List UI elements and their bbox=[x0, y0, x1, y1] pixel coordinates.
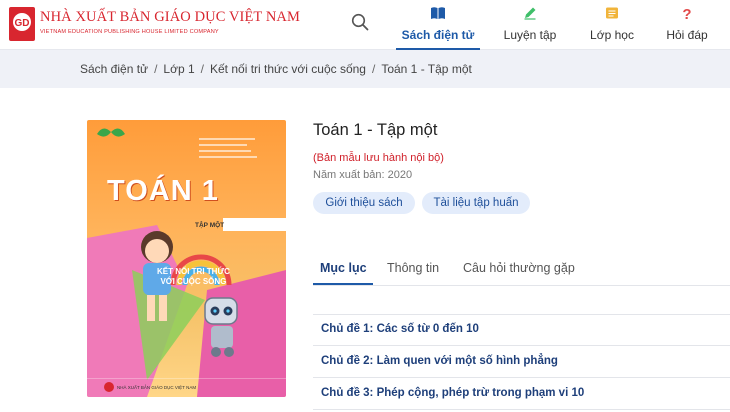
nav-label: Hỏi đáp bbox=[666, 28, 708, 42]
breadcrumb-item[interactable]: Kết nối tri thức với cuộc sống bbox=[210, 62, 366, 76]
breadcrumb-item-current: Toán 1 - Tập một bbox=[381, 62, 472, 76]
chapter-title: Chủ đề 2: Làm quen với một số hình phẳng bbox=[321, 355, 558, 367]
search-icon[interactable] bbox=[351, 13, 369, 31]
nav-ebooks[interactable]: Sách điện tử bbox=[396, 0, 480, 51]
breadcrumb-separator: / bbox=[371, 62, 376, 76]
cover-tagline: KẾT NỐI TRI THỨC VỚI CUỘC SỐNG bbox=[157, 267, 230, 287]
book-cover[interactable]: TOÁN 1 TẬP MỘT KẾT NỐI TRI THỨC VỚI CUỘC… bbox=[87, 120, 286, 397]
question-icon: ? bbox=[682, 6, 691, 22]
notebook-icon bbox=[606, 7, 618, 19]
svg-text:GD: GD bbox=[15, 18, 30, 29]
chapter-item[interactable]: Chủ đề 1: Các số từ 0 đến 10 bbox=[313, 314, 730, 346]
nav-label: Lớp học bbox=[590, 28, 634, 42]
nav-label: Luyện tập bbox=[503, 28, 557, 42]
cover-illustration bbox=[87, 128, 286, 397]
internal-note: (Bản mẫu lưu hành nội bộ) bbox=[313, 152, 444, 164]
publish-year-value: 2020 bbox=[387, 169, 413, 181]
publish-year: Năm xuất bản: 2020 bbox=[313, 169, 412, 181]
publish-year-label: Năm xuất bản: bbox=[313, 169, 385, 181]
breadcrumb-item[interactable]: Lớp 1 bbox=[163, 62, 194, 76]
nav-label: Sách điện tử bbox=[401, 28, 475, 42]
chapter-title: Chủ đề 1: Các số từ 0 đến 10 bbox=[321, 323, 479, 335]
chapter-item[interactable]: Chủ đề 2: Làm quen với một số hình phẳng bbox=[313, 346, 730, 378]
active-tab-indicator bbox=[313, 283, 373, 285]
content-tabs: Mục lục Thông tin Câu hỏi thường gặp bbox=[313, 254, 730, 286]
cover-tagline-line: KẾT NỐI TRI THỨC bbox=[157, 267, 230, 276]
nav-faq[interactable]: ? Hỏi đáp bbox=[662, 0, 712, 50]
svg-text:?: ? bbox=[682, 6, 691, 22]
pencil-icon bbox=[524, 7, 536, 20]
chapter-title: Chủ đề 3: Phép cộng, phép trừ trong phạm… bbox=[321, 387, 585, 399]
nav-classes[interactable]: Lớp học bbox=[585, 0, 639, 50]
brand-subtitle: VIETNAM EDUCATION PUBLISHING HOUSE LIMIT… bbox=[40, 29, 219, 35]
breadcrumb-item[interactable]: Sách điện tử bbox=[80, 62, 148, 76]
breadcrumb-separator: / bbox=[200, 62, 204, 76]
cover-tagline-line: VỚI CUỘC SỐNG bbox=[160, 277, 227, 286]
tab-faq[interactable]: Câu hỏi thường gặp bbox=[463, 261, 575, 275]
nav-practice[interactable]: Luyện tập bbox=[497, 0, 563, 50]
breadcrumb: Sách điện tử / Lớp 1 / Kết nối tri thức với … bbox=[0, 50, 730, 88]
brand-name: NHÀ XUẤT BẢN GIÁO DỤC VIỆT NAM bbox=[40, 9, 300, 25]
book-icon bbox=[431, 7, 445, 19]
cover-publisher: NHÀ XUẤT BẢN GIÁO DỤC VIỆT NAM bbox=[117, 385, 197, 390]
tab-table-of-contents[interactable]: Mục lục bbox=[320, 261, 367, 275]
tab-information[interactable]: Thông tin bbox=[387, 261, 439, 275]
top-header: GD NHÀ XUẤT BẢN GIÁO DỤC VIỆT NAM VIETNA… bbox=[0, 0, 730, 51]
breadcrumb-separator: / bbox=[154, 62, 158, 76]
chapter-item[interactable]: Chủ đề 3: Phép cộng, phép trừ trong phạm… bbox=[313, 378, 730, 410]
publisher-logo[interactable]: GD bbox=[9, 7, 35, 41]
cover-title: TOÁN 1 bbox=[107, 175, 219, 207]
book-intro-button[interactable]: Giới thiệu sách bbox=[313, 192, 415, 214]
book-title: Toán 1 - Tập một bbox=[313, 121, 438, 139]
training-materials-button[interactable]: Tài liệu tập huấn bbox=[422, 192, 530, 214]
cover-volume: TẬP MỘT bbox=[195, 222, 225, 229]
brand[interactable]: NHÀ XUẤT BẢN GIÁO DỤC VIỆT NAM VIETNAM E… bbox=[40, 9, 300, 35]
